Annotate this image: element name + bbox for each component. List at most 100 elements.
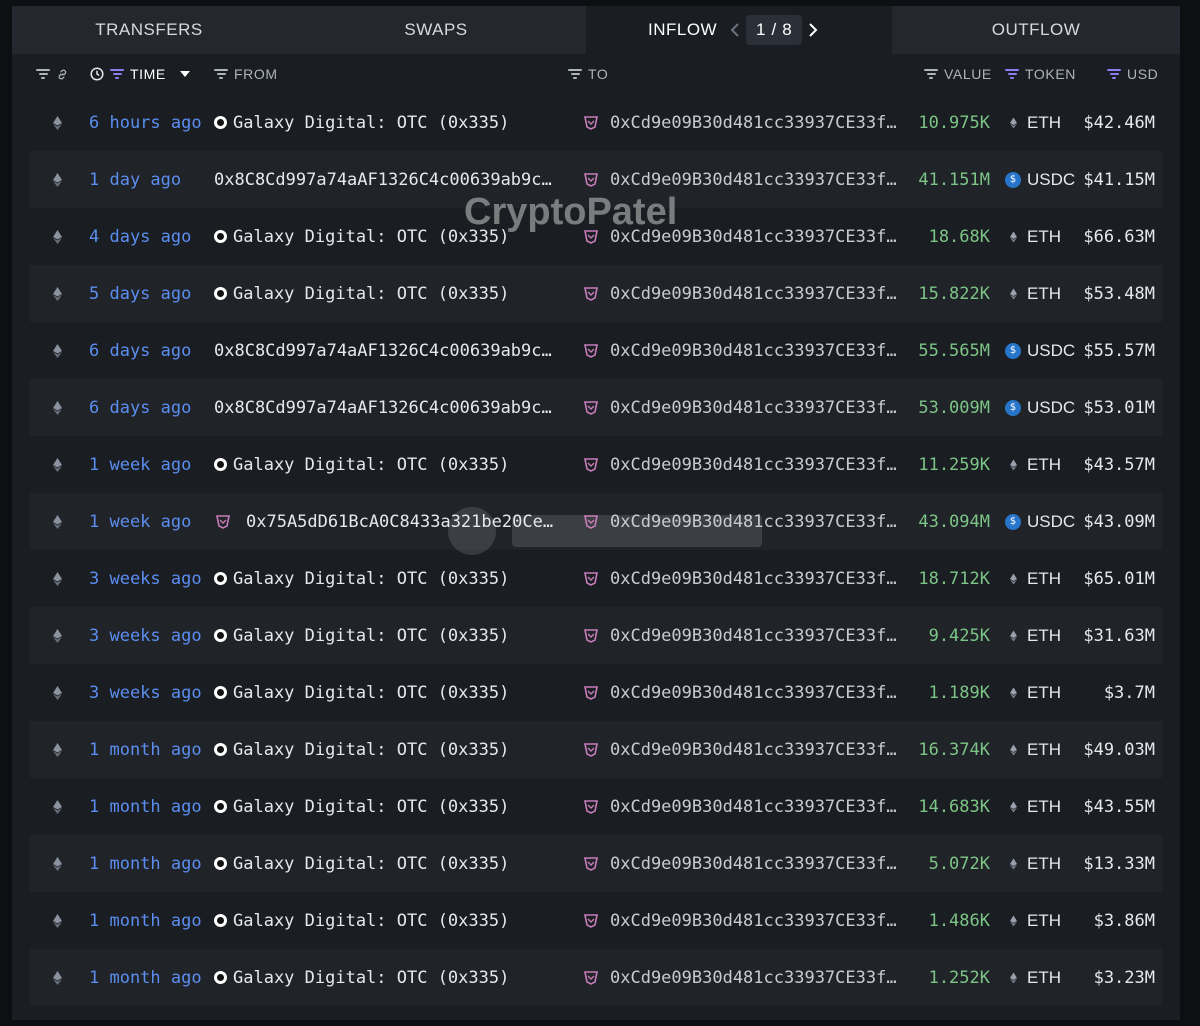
- table-row[interactable]: 6 hours ago Galaxy Digital: OTC (0x335) 0x…: [12, 94, 1180, 151]
- time-link[interactable]: 6 days ago: [89, 379, 191, 436]
- token-cell[interactable]: USDC: [1005, 493, 1075, 550]
- to-address[interactable]: 0xCd9e09B30d481cc33937CE33fEB3…: [572, 835, 902, 892]
- token-cell[interactable]: ETH: [1005, 949, 1061, 1006]
- value-header[interactable]: VALUE: [924, 54, 992, 94]
- filter-value-icon[interactable]: [924, 69, 938, 79]
- to-address[interactable]: 0xCd9e09B30d481cc33937CE33fEB3…: [572, 550, 902, 607]
- from-address[interactable]: Galaxy Digital: OTC (0x335): [214, 778, 554, 835]
- table-row[interactable]: 1 month ago Galaxy Digital: OTC (0x335) 0x…: [12, 721, 1180, 778]
- from-address[interactable]: 0x75A5dD61BcA0C8433a321be20Cea…: [214, 493, 554, 550]
- time-link[interactable]: 5 days ago: [89, 265, 191, 322]
- time-link[interactable]: 1 month ago: [89, 721, 202, 778]
- time-link[interactable]: 3 weeks ago: [89, 607, 202, 664]
- to-address[interactable]: 0xCd9e09B30d481cc33937CE33fEB3…: [572, 265, 902, 322]
- time-link[interactable]: 3 weeks ago: [89, 664, 202, 721]
- time-link[interactable]: 6 hours ago: [89, 94, 202, 151]
- from-address[interactable]: 0x8C8Cd997a74aAF1326C4c00639ab9c5…: [214, 151, 554, 208]
- table-row[interactable]: 1 day ago 0x8C8Cd997a74aAF1326C4c00639ab9…: [12, 151, 1180, 208]
- from-address[interactable]: Galaxy Digital: OTC (0x335): [214, 835, 554, 892]
- table-row[interactable]: 5 days ago Galaxy Digital: OTC (0x335) 0xC…: [12, 265, 1180, 322]
- token-cell[interactable]: ETH: [1005, 835, 1061, 892]
- time-link[interactable]: 1 month ago: [89, 892, 202, 949]
- token-cell[interactable]: ETH: [1005, 436, 1061, 493]
- from-address[interactable]: Galaxy Digital: OTC (0x335): [214, 550, 554, 607]
- from-address[interactable]: Galaxy Digital: OTC (0x335): [214, 949, 554, 1006]
- to-address[interactable]: 0xCd9e09B30d481cc33937CE33fEB3…: [572, 493, 902, 550]
- from-address[interactable]: Galaxy Digital: OTC (0x335): [214, 436, 554, 493]
- to-address[interactable]: 0xCd9e09B30d481cc33937CE33fEB3…: [572, 778, 902, 835]
- next-page-button[interactable]: [802, 15, 824, 45]
- filter-from-icon[interactable]: [214, 69, 228, 79]
- link-icon[interactable]: [56, 68, 69, 81]
- from-address[interactable]: Galaxy Digital: OTC (0x335): [214, 94, 554, 151]
- time-link[interactable]: 1 week ago: [89, 436, 191, 493]
- tab-transfers[interactable]: TRANSFERS: [12, 6, 286, 54]
- to-address[interactable]: 0xCd9e09B30d481cc33937CE33fEB3…: [572, 151, 902, 208]
- tab-outflow[interactable]: OUTFLOW: [892, 6, 1180, 54]
- table-row[interactable]: 6 days ago 0x8C8Cd997a74aAF1326C4c00639ab…: [12, 322, 1180, 379]
- table-row[interactable]: 4 days ago Galaxy Digital: OTC (0x335) 0xC…: [12, 208, 1180, 265]
- usd-header[interactable]: USD: [1107, 54, 1158, 94]
- from-address[interactable]: Galaxy Digital: OTC (0x335): [214, 664, 554, 721]
- time-link[interactable]: 1 month ago: [89, 778, 202, 835]
- filter-time-icon[interactable]: [110, 69, 124, 79]
- to-address[interactable]: 0xCd9e09B30d481cc33937CE33fEB3…: [572, 892, 902, 949]
- tab-swaps[interactable]: SWAPS: [286, 6, 586, 54]
- from-address[interactable]: Galaxy Digital: OTC (0x335): [214, 607, 554, 664]
- filter-usd-icon[interactable]: [1107, 69, 1121, 79]
- table-row[interactable]: 3 weeks ago Galaxy Digital: OTC (0x335) 0x…: [12, 550, 1180, 607]
- table-row[interactable]: 1 month ago Galaxy Digital: OTC (0x335) 0x…: [12, 835, 1180, 892]
- to-header[interactable]: TO: [568, 54, 608, 94]
- token-cell[interactable]: ETH: [1005, 721, 1061, 778]
- to-address[interactable]: 0xCd9e09B30d481cc33937CE33fEB3…: [572, 436, 902, 493]
- token-cell[interactable]: ETH: [1005, 265, 1061, 322]
- token-cell[interactable]: ETH: [1005, 607, 1061, 664]
- time-header[interactable]: TIME: [90, 54, 190, 94]
- to-address[interactable]: 0xCd9e09B30d481cc33937CE33fEB3…: [572, 322, 902, 379]
- token-header[interactable]: TOKEN: [1005, 54, 1076, 94]
- time-link[interactable]: 1 week ago: [89, 493, 191, 550]
- table-row[interactable]: 1 month ago Galaxy Digital: OTC (0x335) 0x…: [12, 778, 1180, 835]
- token-cell[interactable]: ETH: [1005, 778, 1061, 835]
- token-cell[interactable]: ETH: [1005, 664, 1061, 721]
- from-address[interactable]: 0x8C8Cd997a74aAF1326C4c00639ab9c5…: [214, 379, 554, 436]
- from-header[interactable]: FROM: [214, 54, 278, 94]
- token-cell[interactable]: ETH: [1005, 94, 1061, 151]
- table-row[interactable]: 1 month ago Galaxy Digital: OTC (0x335) 0x…: [12, 949, 1180, 1006]
- from-address[interactable]: 0x8C8Cd997a74aAF1326C4c00639ab9c5…: [214, 322, 554, 379]
- filter-token-icon[interactable]: [1005, 69, 1019, 79]
- to-address[interactable]: 0xCd9e09B30d481cc33937CE33fEB3…: [572, 208, 902, 265]
- table-row[interactable]: 1 week ago 0x75A5dD61BcA0C8433a321be20Cea…: [12, 493, 1180, 550]
- token-cell[interactable]: USDC: [1005, 322, 1075, 379]
- token-cell[interactable]: USDC: [1005, 151, 1075, 208]
- to-address[interactable]: 0xCd9e09B30d481cc33937CE33fEB3…: [572, 949, 902, 1006]
- time-link[interactable]: 1 month ago: [89, 949, 202, 1006]
- time-link[interactable]: 6 days ago: [89, 322, 191, 379]
- to-address[interactable]: 0xCd9e09B30d481cc33937CE33fEB3…: [572, 664, 902, 721]
- from-address[interactable]: Galaxy Digital: OTC (0x335): [214, 721, 554, 778]
- table-row[interactable]: 3 weeks ago Galaxy Digital: OTC (0x335) 0x…: [12, 664, 1180, 721]
- sort-caret-icon[interactable]: [179, 71, 190, 77]
- table-row[interactable]: 6 days ago 0x8C8Cd997a74aAF1326C4c00639ab…: [12, 379, 1180, 436]
- to-address[interactable]: 0xCd9e09B30d481cc33937CE33fEB3…: [572, 607, 902, 664]
- to-address[interactable]: 0xCd9e09B30d481cc33937CE33fEB3…: [572, 379, 902, 436]
- from-address[interactable]: Galaxy Digital: OTC (0x335): [214, 892, 554, 949]
- table-row[interactable]: 3 weeks ago Galaxy Digital: OTC (0x335) 0x…: [12, 607, 1180, 664]
- table-row[interactable]: 1 month ago Galaxy Digital: OTC (0x335) 0x…: [12, 892, 1180, 949]
- filter-chain-icon[interactable]: [36, 69, 50, 79]
- token-cell[interactable]: ETH: [1005, 208, 1061, 265]
- token-cell[interactable]: USDC: [1005, 379, 1075, 436]
- from-address[interactable]: Galaxy Digital: OTC (0x335): [214, 208, 554, 265]
- to-address[interactable]: 0xCd9e09B30d481cc33937CE33fEB3…: [572, 721, 902, 778]
- token-cell[interactable]: ETH: [1005, 550, 1061, 607]
- token-cell[interactable]: ETH: [1005, 892, 1061, 949]
- time-link[interactable]: 1 month ago: [89, 835, 202, 892]
- prev-page-button[interactable]: [724, 15, 746, 45]
- to-address[interactable]: 0xCd9e09B30d481cc33937CE33fEB3…: [572, 94, 902, 151]
- table-row[interactable]: 1 week ago Galaxy Digital: OTC (0x335) 0xC…: [12, 436, 1180, 493]
- filter-to-icon[interactable]: [568, 69, 582, 79]
- time-link[interactable]: 1 day ago: [89, 151, 181, 208]
- time-link[interactable]: 3 weeks ago: [89, 550, 202, 607]
- time-link[interactable]: 4 days ago: [89, 208, 191, 265]
- from-address[interactable]: Galaxy Digital: OTC (0x335): [214, 265, 554, 322]
